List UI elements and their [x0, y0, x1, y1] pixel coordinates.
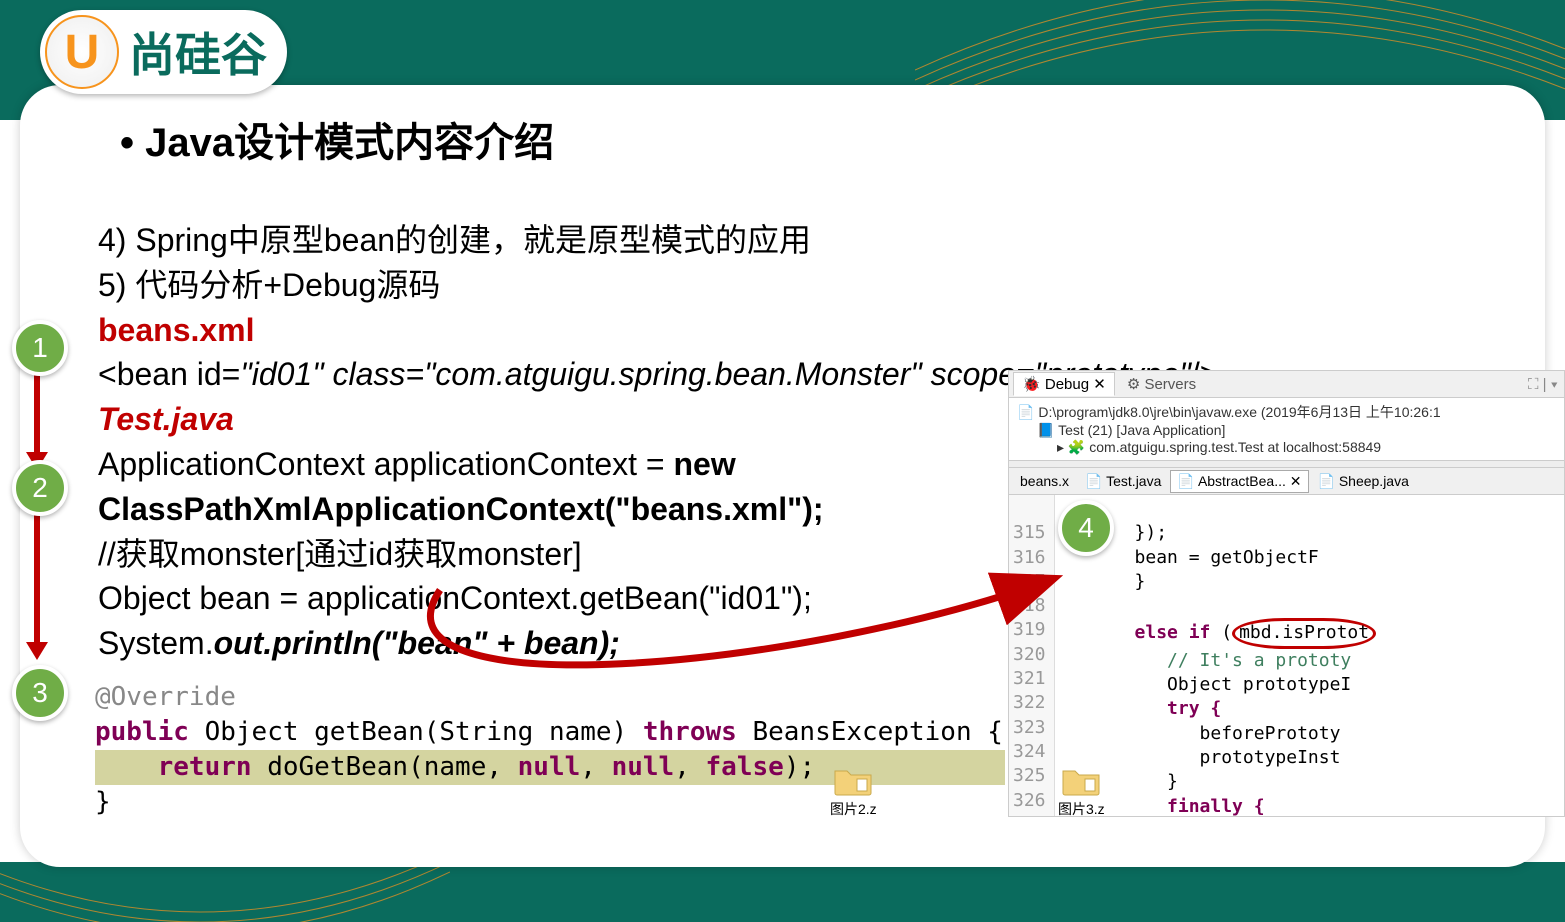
step-badge-1: 1: [12, 320, 68, 376]
logo: U 尚硅谷: [40, 10, 287, 94]
editor-tab-sheep[interactable]: 📄 Sheep.java: [1311, 470, 1416, 493]
beans-xml-label: beans.xml: [98, 308, 1525, 353]
debug-process: 📄 D:\program\jdk8.0\jre\bin\javaw.exe (2…: [1017, 402, 1556, 422]
panel-controls[interactable]: ⛶ | ▾: [1528, 376, 1564, 393]
debug-thread[interactable]: ▸ 🧩 com.atguigu.spring.test.Test at loca…: [1017, 439, 1556, 456]
folder-image2[interactable]: 图片2.z: [830, 765, 877, 819]
tab-servers[interactable]: ⚙ Servers: [1119, 373, 1204, 395]
arrow-head-2: [26, 642, 48, 660]
editor-tab-beans[interactable]: beans.x: [1013, 470, 1076, 492]
step-badge-3: 3: [12, 665, 68, 721]
logo-text: 尚硅谷: [129, 19, 267, 85]
highlight-isPrototype: mbd.isProtot: [1232, 618, 1376, 648]
arrow-2-3: [34, 512, 40, 642]
bg-bottom: [0, 862, 1565, 922]
editor-tab-test[interactable]: 📄 Test.java: [1078, 470, 1168, 493]
step-badge-2: 2: [12, 460, 68, 516]
arrow-1-2: [34, 372, 40, 452]
editor-tab-abstract[interactable]: 📄 AbstractBea... ✕: [1170, 470, 1308, 493]
ide-debug-panel: 🐞 Debug ✕ ⚙ Servers ⛶ | ▾ 📄 D:\program\j…: [1008, 370, 1565, 817]
gutter: 315 316 317 318 319 320 321 322 323 324 …: [1009, 495, 1055, 817]
debug-app[interactable]: 📘 Test (21) [Java Application]: [1017, 422, 1556, 439]
logo-icon: U: [45, 15, 119, 89]
slide-title: Java设计模式内容介绍: [120, 110, 1525, 168]
folder-image3[interactable]: 图片3.z: [1058, 765, 1105, 819]
bullet-5: 5) 代码分析+Debug源码: [98, 263, 1525, 308]
step-badge-4: 4: [1058, 500, 1114, 556]
tab-debug[interactable]: 🐞 Debug ✕: [1013, 372, 1115, 396]
bullet-4: 4) Spring中原型bean的创建，就是原型模式的应用: [98, 218, 1525, 263]
folder-icon: [833, 765, 873, 797]
folder-icon: [1061, 765, 1101, 797]
